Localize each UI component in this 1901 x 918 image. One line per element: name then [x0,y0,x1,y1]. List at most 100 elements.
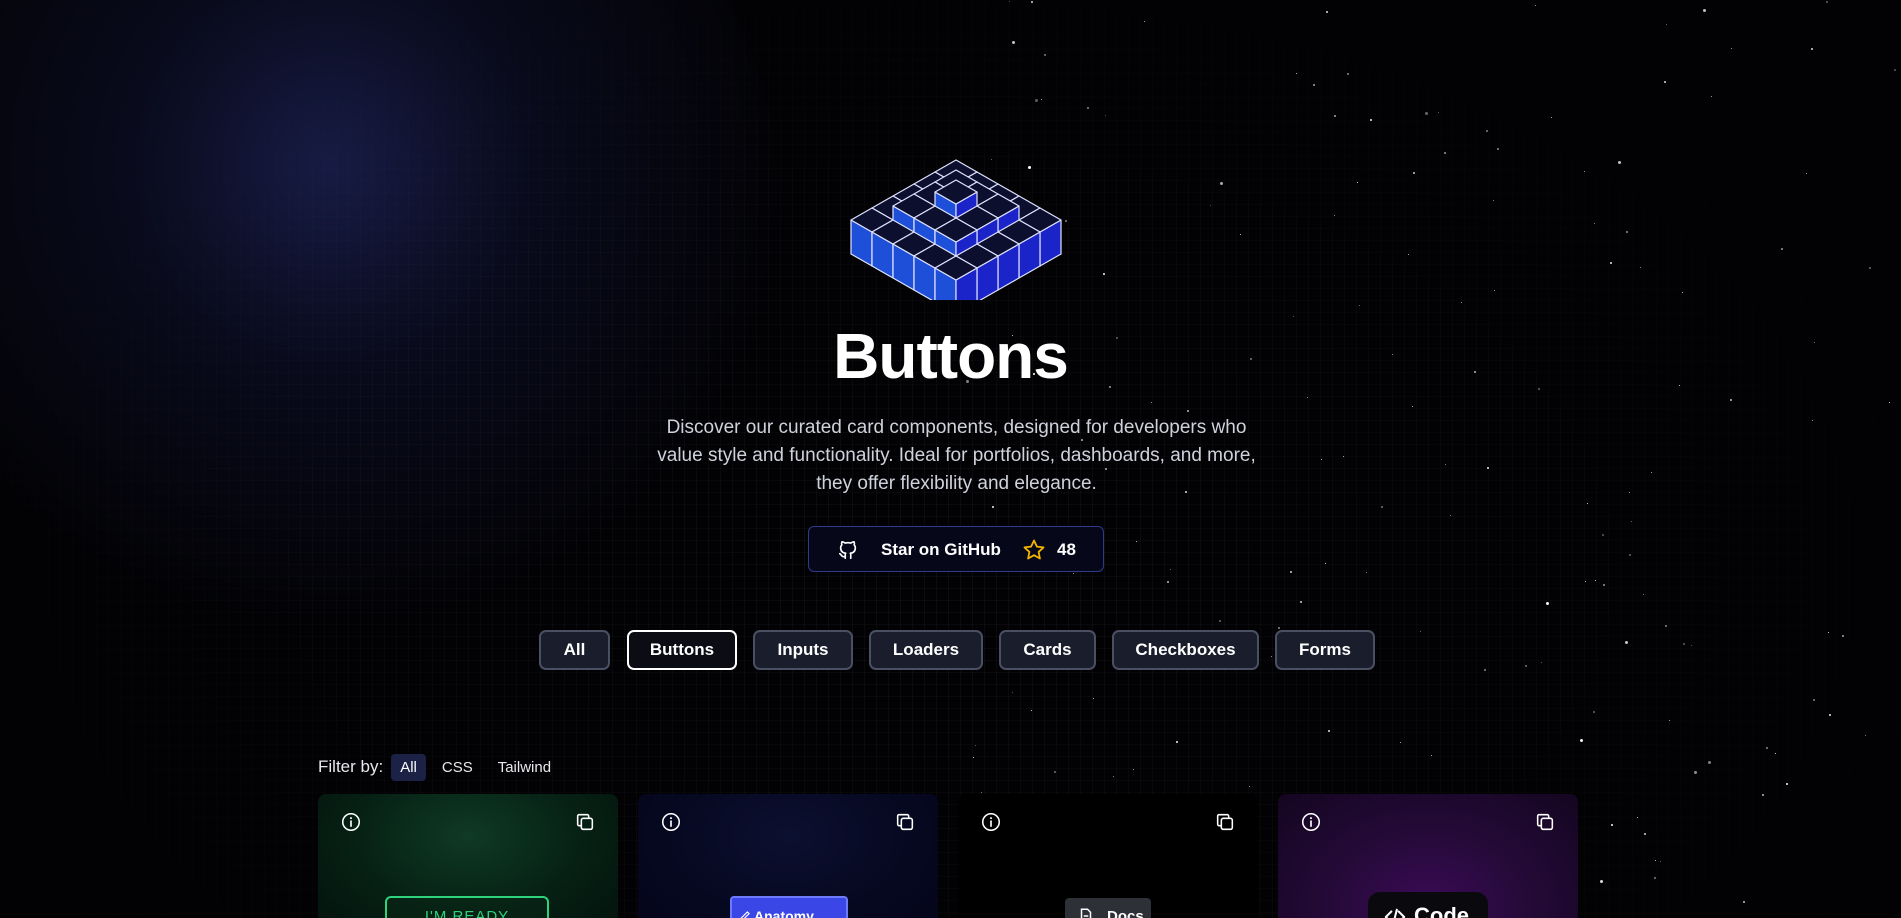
star-dot [1443,151,1446,154]
github-button-label: Star on GitHub [881,540,1001,559]
star-dot [1639,267,1641,269]
star-dot [1664,80,1667,83]
copy-icon[interactable] [894,811,916,833]
filter-bar: Filter by: All CSS Tailwind [318,752,567,782]
star-dot [1584,170,1586,172]
star-dot [1113,776,1115,778]
star-dot [1320,458,1322,460]
star-dot [1603,583,1606,586]
demo-code-button[interactable]: Code [1368,892,1488,918]
star-dot [1707,760,1711,764]
star-dot [1742,900,1745,903]
component-card[interactable]: Code [1278,794,1578,918]
star-dot [1586,502,1588,504]
star-dot [1659,861,1661,863]
category-tabs: All Buttons Inputs Loaders Cards Checkbo… [0,630,1901,670]
copy-icon[interactable] [574,811,596,833]
star-dot [1585,580,1587,582]
star-dot [1342,456,1344,458]
star-on-github-button[interactable]: Star on GitHub 48 [808,526,1104,572]
info-icon[interactable] [1300,811,1322,833]
page: Buttons Discover our curated card compon… [0,0,1901,918]
demo-code-label: Code [1414,903,1469,918]
star-dot [1594,223,1596,225]
star-dot [1277,626,1280,629]
tab-buttons[interactable]: Buttons [627,630,737,670]
tab-checkboxes[interactable]: Checkboxes [1112,630,1259,670]
star-dot [1239,233,1241,235]
star-dot [1493,200,1495,202]
star-dot [1655,859,1657,861]
star-dot [1786,782,1789,785]
document-icon [1080,908,1092,918]
star-dot [1220,181,1224,185]
star-dot [1438,112,1440,114]
filter-option-all[interactable]: All [391,753,426,781]
filter-label: Filter by: [318,757,384,776]
star-dot [1187,410,1190,412]
star-dot [1811,48,1814,51]
star-dot [1625,230,1628,233]
star-dot [1143,21,1145,23]
star-dot [1324,563,1326,565]
star-dot [1412,405,1414,407]
tab-forms[interactable]: Forms [1275,630,1375,670]
code-icon [1384,908,1406,918]
star-dot [1806,172,1808,174]
star-dot [1150,401,1152,403]
star-dot [1812,420,1814,422]
demo-ready-button[interactable]: I'M READY [385,896,549,918]
demo-docs-button[interactable]: Docs [1065,898,1151,918]
star-dot [1366,571,1368,573]
component-card[interactable]: Docs [958,794,1258,918]
star-dot [1762,794,1765,797]
info-icon[interactable] [660,811,682,833]
star-dot [1710,95,1712,97]
star-dot [1460,302,1462,304]
star-dot [1729,399,1732,401]
star-dot [1864,735,1866,737]
star-dot [1496,148,1499,151]
demo-docs-label: Docs [1107,907,1144,918]
demo-anatomy-button[interactable]: Anatomy [730,896,848,918]
tab-loaders[interactable]: Loaders [869,630,983,670]
star-icon [1023,539,1045,560]
star-dot [1327,729,1330,732]
info-icon[interactable] [980,811,1002,833]
star-dot [1299,600,1302,603]
star-dot [1595,579,1597,581]
star-dot [1092,697,1094,699]
star-dot [1358,305,1360,307]
tab-inputs[interactable]: Inputs [753,630,853,670]
star-dot [1617,160,1621,164]
star-dot [1653,876,1656,879]
star-dot [1486,467,1489,470]
star-dot [1600,880,1604,884]
star-dot [1031,1,1034,4]
github-icon [838,540,857,560]
info-icon[interactable] [340,811,362,833]
star-dot [1642,593,1644,595]
star-dot [1012,692,1014,694]
filter-option-css[interactable]: CSS [433,754,482,781]
cube-pyramid-logo [850,159,1062,300]
tab-cards[interactable]: Cards [999,630,1096,670]
star-dot [1609,261,1612,264]
star-dot [981,792,983,794]
star-dot [1668,720,1670,722]
copy-icon[interactable] [1214,811,1236,833]
star-dot [1249,785,1251,787]
star-dot [1593,710,1596,713]
star-dot [1628,553,1631,556]
star-dot [1030,709,1032,711]
star-dot [1424,111,1428,115]
tab-all[interactable]: All [539,630,610,670]
component-card[interactable]: Anatomy [638,794,938,918]
star-dot [1450,515,1452,517]
star-dot [1087,107,1090,110]
star-dot [1665,624,1668,627]
copy-icon[interactable] [1534,811,1556,833]
filter-option-tailwind[interactable]: Tailwind [489,754,560,781]
component-card[interactable]: I'M READY [318,794,618,918]
star-dot [1313,83,1316,86]
